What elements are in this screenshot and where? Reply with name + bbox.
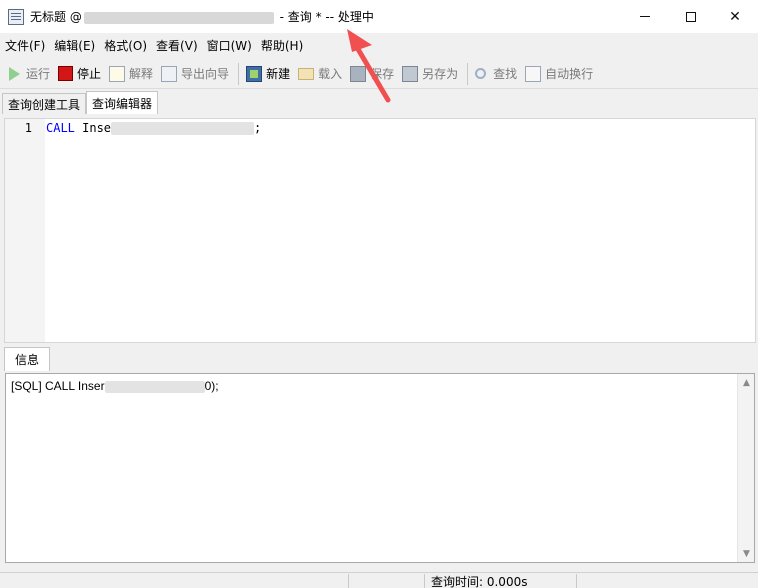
title-bar: 无标题 @ - 查询 * -- 处理中 ✕ [0, 0, 758, 33]
window-title-prefix: 无标题 @ [30, 10, 82, 24]
redacted-connection [83, 11, 274, 24]
auto-wrap-label: 自动换行 [545, 67, 594, 81]
code-text-start: Inse [74, 121, 112, 135]
query-tabs: 查询创建工具 查询编辑器 [0, 91, 758, 114]
status-bar: 查询时间: 0.000s [0, 572, 758, 588]
info-panel: [SQL] CALL Inser 0); ▲ ▼ [5, 373, 755, 563]
menu-window[interactable]: 窗口(W) [204, 37, 255, 54]
info-text-end: 0); [204, 379, 219, 393]
minimize-button[interactable] [622, 0, 668, 33]
menu-file[interactable]: 文件(F) [2, 37, 48, 54]
stop-icon [58, 66, 74, 81]
vertical-scrollbar[interactable]: ▲ ▼ [737, 374, 754, 562]
stop-label: 停止 [77, 67, 102, 81]
minimize-icon [640, 16, 650, 17]
explain-label: 解释 [129, 67, 154, 81]
explain-icon [109, 65, 126, 82]
code-text-end: ; [254, 121, 262, 135]
result-tabs: 信息 [0, 345, 758, 371]
save-as-label: 另存为 [422, 67, 459, 81]
line-number: 1 [24, 121, 32, 135]
tab-query-builder[interactable]: 查询创建工具 [2, 93, 87, 114]
toolbar-separator [238, 62, 240, 85]
run-button[interactable]: 运行 [4, 62, 54, 86]
sql-keyword: CALL [46, 121, 75, 135]
scroll-down-arrow-icon[interactable]: ▼ [738, 545, 755, 562]
info-text-start: [SQL] CALL Inser [11, 379, 105, 393]
redacted-procedure-name [111, 122, 255, 135]
close-button[interactable]: ✕ [712, 0, 758, 33]
save-as-icon [402, 65, 419, 82]
export-icon [161, 65, 178, 82]
find-button[interactable]: 查找 [473, 62, 521, 86]
menu-edit[interactable]: 编辑(E) [51, 37, 98, 54]
window-title-suffix: - 查询 * -- 处理中 [279, 10, 374, 24]
status-query-time: 查询时间: 0.000s [424, 574, 576, 588]
save-button[interactable]: 保存 [348, 62, 398, 86]
load-label: 载入 [318, 67, 343, 81]
new-label: 新建 [266, 67, 291, 81]
maximize-button[interactable] [668, 0, 714, 33]
window-title: 无标题 @ - 查询 * -- 处理中 [30, 8, 374, 25]
export-label: 导出向导 [181, 67, 230, 81]
code-line[interactable]: CALL Inse; [46, 121, 261, 135]
auto-wrap-button[interactable]: 自动换行 [523, 62, 597, 86]
run-label: 运行 [26, 67, 51, 81]
info-message: [SQL] CALL Inser 0); [11, 379, 219, 393]
menu-view[interactable]: 查看(V) [153, 37, 201, 54]
save-label: 保存 [370, 67, 395, 81]
save-as-button[interactable]: 另存为 [400, 62, 462, 86]
tab-info[interactable]: 信息 [4, 347, 51, 371]
line-number-gutter: 1 [5, 119, 45, 342]
toolbar: 运行 停止 解释 导出向导 新建 载入 保存 另存为 查找 自动换行 [0, 59, 758, 89]
find-label: 查找 [493, 67, 518, 81]
explain-button[interactable]: 解释 [107, 62, 157, 86]
maximize-icon [686, 11, 696, 22]
scroll-up-arrow-icon[interactable]: ▲ [738, 374, 755, 391]
search-icon [475, 68, 487, 79]
new-button[interactable]: 新建 [244, 62, 294, 86]
export-wizard-button[interactable]: 导出向导 [159, 62, 233, 86]
folder-icon [298, 67, 315, 80]
new-query-icon [246, 65, 263, 82]
toolbar-separator [467, 62, 469, 85]
save-icon [350, 65, 367, 82]
load-button[interactable]: 载入 [296, 62, 346, 86]
tab-query-editor[interactable]: 查询编辑器 [86, 91, 159, 114]
play-icon [9, 66, 20, 81]
status-cell-empty [576, 574, 758, 588]
stop-button[interactable]: 停止 [56, 62, 105, 86]
menu-bar: 文件(F) 编辑(E) 格式(O) 查看(V) 窗口(W) 帮助(H) [0, 33, 758, 57]
status-cell-empty [348, 574, 424, 588]
menu-help[interactable]: 帮助(H) [258, 37, 306, 54]
app-icon [8, 8, 24, 25]
redacted-procedure-name [104, 380, 205, 393]
close-icon: ✕ [729, 8, 741, 25]
menu-format[interactable]: 格式(O) [101, 37, 150, 54]
sql-editor[interactable]: 1 CALL Inse; [4, 118, 756, 343]
word-wrap-icon [525, 65, 542, 82]
